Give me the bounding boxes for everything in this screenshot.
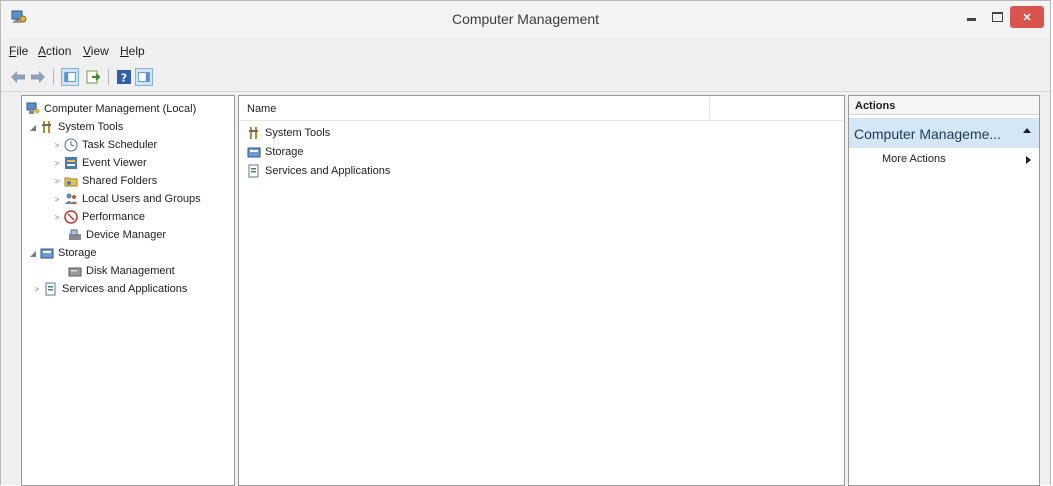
menu-file[interactable]: File <box>9 44 28 58</box>
tree-item-label: Storage <box>58 247 97 259</box>
column-divider[interactable] <box>709 98 710 118</box>
device-manager-icon <box>69 229 81 240</box>
expand-arrow-icon[interactable]: > <box>52 177 62 186</box>
expand-arrow-icon[interactable]: > <box>52 159 62 168</box>
list-item[interactable]: Storage <box>245 143 304 161</box>
storage-icon <box>40 248 54 259</box>
title-bar[interactable]: Computer Management <box>1 1 1050 37</box>
column-name-header[interactable]: Name <box>247 103 276 115</box>
storage-icon <box>247 147 261 158</box>
submenu-arrow-icon[interactable] <box>1026 156 1031 164</box>
collapse-arrow-icon[interactable]: ◢ <box>28 123 38 132</box>
tree-item-label: Services and Applications <box>62 283 188 295</box>
actions-group-label: Computer Manageme... <box>854 126 1002 142</box>
tree-item-local-users[interactable]: > Local Users and Groups <box>52 190 201 208</box>
menu-help[interactable]: Help <box>120 44 145 58</box>
actions-header: Actions <box>849 96 1039 115</box>
tree-item-event-viewer[interactable]: > Event Viewer <box>52 154 147 172</box>
expand-arrow-icon[interactable]: > <box>32 285 42 294</box>
back-arrow-icon[interactable] <box>9 68 27 86</box>
toolbar: ? <box>1 63 1050 92</box>
tree-item-label: Local Users and Groups <box>82 193 201 205</box>
list-item[interactable]: Services and Applications <box>245 162 390 180</box>
tree-item-task-scheduler[interactable]: > Task Scheduler <box>52 136 157 154</box>
collapse-arrow-icon[interactable]: ◢ <box>28 249 38 258</box>
show-hide-action-pane-icon[interactable] <box>135 68 153 86</box>
computer-management-window: Computer Management File Action View Hel… <box>0 0 1051 486</box>
system-tools-icon <box>249 127 258 139</box>
show-hide-console-tree-icon[interactable] <box>61 68 79 86</box>
results-list[interactable]: Name System Tools Storage Services and A… <box>238 95 845 486</box>
window-title: Computer Management <box>451 11 600 27</box>
actions-group-computer-management[interactable]: Computer Manageme... <box>849 118 1039 148</box>
users-icon <box>65 193 77 204</box>
expand-arrow-icon[interactable]: > <box>52 141 62 150</box>
shared-folder-icon <box>64 177 78 187</box>
tree-item-label: Task Scheduler <box>82 139 158 151</box>
collapse-up-icon[interactable] <box>1023 128 1031 133</box>
tree-item-label: Device Manager <box>86 229 167 241</box>
tree-item-device-manager[interactable]: Device Manager <box>66 226 166 244</box>
list-item-label: Services and Applications <box>265 165 391 177</box>
tree-item-label: Event Viewer <box>82 157 147 169</box>
expand-arrow-icon[interactable]: > <box>52 213 62 222</box>
svg-text:?: ? <box>121 72 127 85</box>
disk-management-icon <box>68 267 82 277</box>
tree-item-computer-management[interactable]: Computer Management (Local) <box>24 100 196 118</box>
forward-arrow-icon[interactable] <box>29 68 47 86</box>
console-tree[interactable]: Computer Management (Local) ◢ System Too… <box>21 95 235 486</box>
performance-icon <box>64 210 78 224</box>
minimize-button[interactable] <box>959 6 983 28</box>
toolbar-separator <box>53 69 54 85</box>
services-icon <box>248 164 259 178</box>
menu-action[interactable]: Action <box>38 44 71 58</box>
maximize-button[interactable] <box>986 6 1008 28</box>
more-actions-link[interactable]: More Actions <box>882 153 946 165</box>
list-item-label: System Tools <box>265 127 331 139</box>
column-header[interactable]: Name <box>239 96 844 121</box>
toolbar-separator <box>108 69 109 85</box>
menu-view[interactable]: View <box>83 44 109 58</box>
tree-item-services-applications[interactable]: > Services and Applications <box>32 280 187 298</box>
tree-item-system-tools[interactable]: ◢ System Tools <box>28 118 123 136</box>
tree-item-label: Disk Management <box>86 265 175 277</box>
actions-pane: Actions Computer Manageme... More Action… <box>848 95 1040 486</box>
tree-item-label: Performance <box>82 211 145 223</box>
system-tools-icon <box>42 121 51 133</box>
export-list-icon[interactable] <box>84 68 102 86</box>
tree-item-label: Shared Folders <box>82 175 158 187</box>
help-icon[interactable]: ? <box>115 68 133 86</box>
event-viewer-icon <box>65 157 77 169</box>
tree-item-label: System Tools <box>58 121 124 133</box>
services-icon <box>45 282 56 296</box>
close-button[interactable] <box>1010 6 1044 28</box>
tree-item-storage[interactable]: ◢ Storage <box>28 244 97 262</box>
computer-management-icon <box>26 102 40 114</box>
tree-item-performance[interactable]: > Performance <box>52 208 145 226</box>
list-item-label: Storage <box>265 146 304 158</box>
tree-item-label: Computer Management (Local) <box>44 103 197 115</box>
tree-item-shared-folders[interactable]: > Shared Folders <box>52 172 158 190</box>
expand-arrow-icon[interactable]: > <box>52 195 62 204</box>
menu-bar: File Action View Help <box>1 39 1050 61</box>
tree-item-disk-management[interactable]: Disk Management <box>66 262 175 280</box>
clock-icon <box>64 138 78 152</box>
list-item[interactable]: System Tools <box>245 124 330 142</box>
